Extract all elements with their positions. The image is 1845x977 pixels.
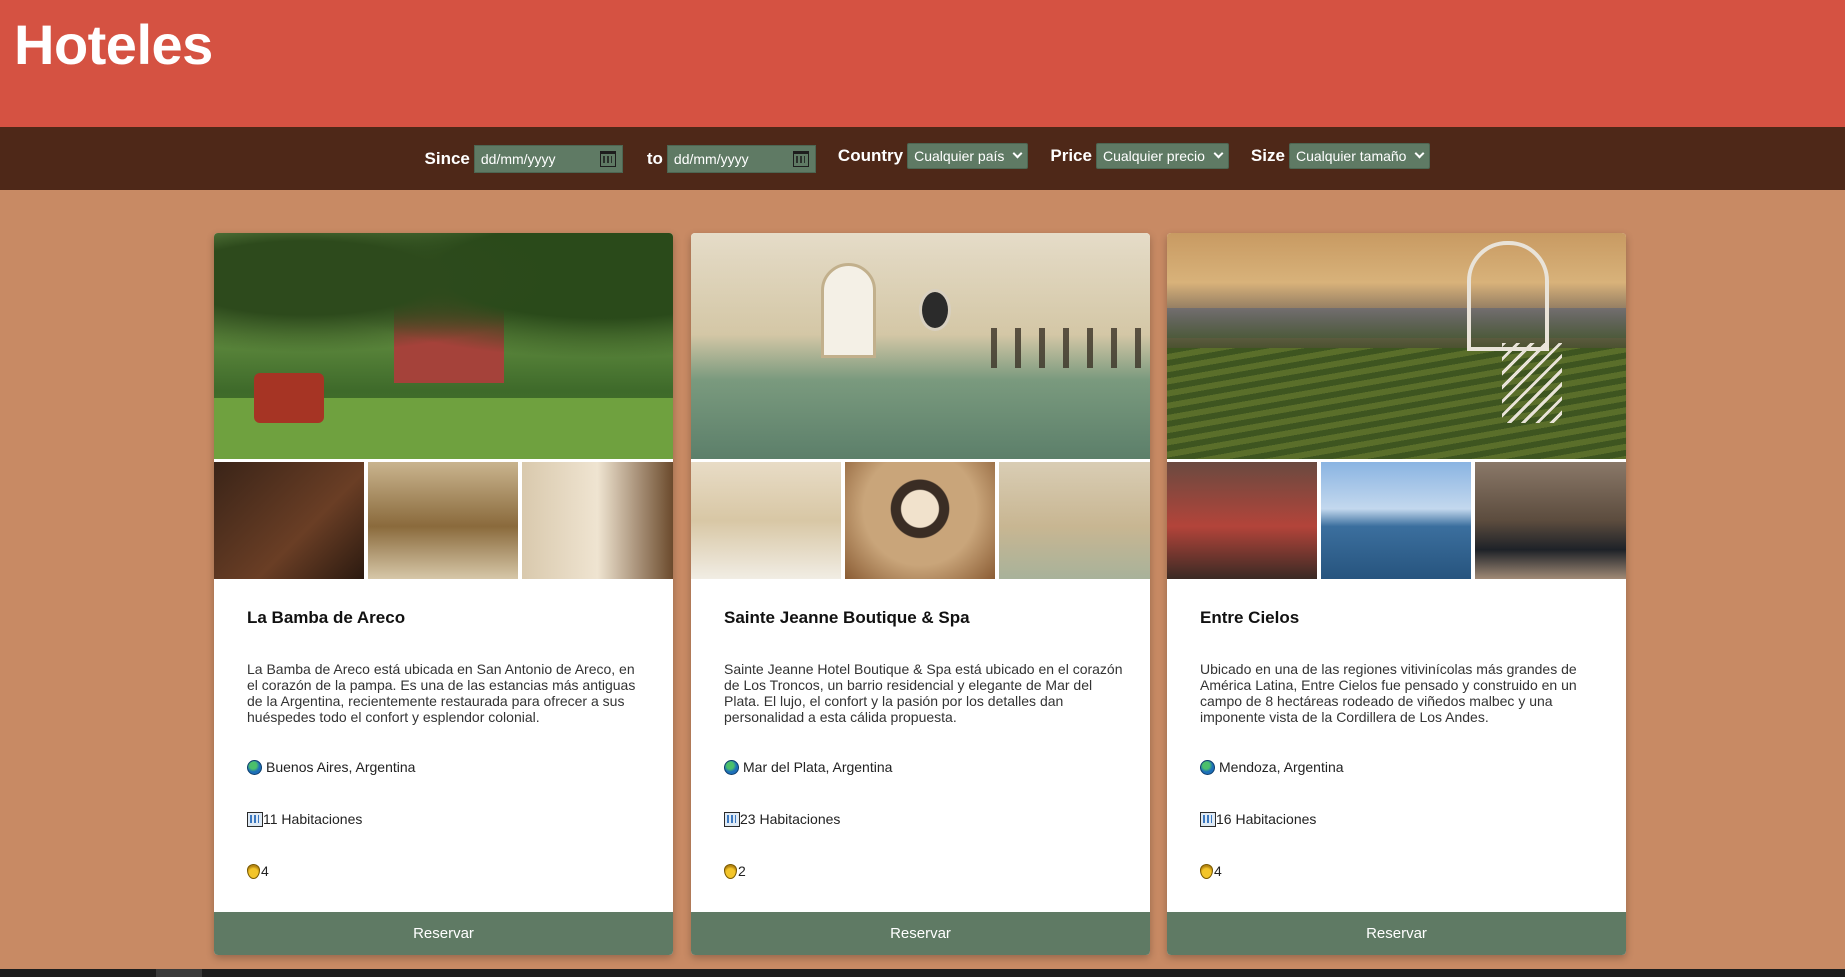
building-icon (724, 811, 740, 827)
price-select[interactable]: Cualquier precio (1095, 142, 1229, 169)
size-filter: Size Cualquier tamaño (1250, 142, 1431, 169)
country-select[interactable]: Cualquier país (907, 142, 1029, 169)
page-header: Hoteles (0, 0, 1845, 127)
hotel-photo-thumb (214, 462, 364, 579)
reserve-button[interactable]: Reservar (214, 912, 673, 955)
hotel-rooms: 23 Habitaciones (724, 811, 840, 827)
building-icon (1200, 811, 1216, 827)
calendar-icon[interactable] (599, 150, 616, 167)
hotel-price-level: 4 (247, 863, 269, 879)
hotel-photo-thumb (368, 462, 518, 579)
since-date-input[interactable]: dd/mm/yyyy (473, 144, 623, 173)
hotel-main-photo (1167, 233, 1626, 459)
price-filter: Price Cualquier precio (1050, 142, 1229, 169)
hotel-price-level-text: 4 (261, 863, 269, 879)
size-select-value: Cualquier tamaño (1295, 147, 1407, 164)
taskbar-item[interactable] (156, 969, 202, 977)
hotel-price-level-text: 4 (1214, 863, 1222, 879)
hotel-photo-thumb (1167, 462, 1317, 579)
filter-bar: Since dd/mm/yyyy to dd/mm/yyyy Country C… (0, 127, 1845, 190)
size-label: Size (1250, 145, 1285, 165)
hotel-rooms: 16 Habitaciones (1200, 811, 1316, 827)
price-label: Price (1050, 145, 1092, 165)
to-date-input[interactable]: dd/mm/yyyy (666, 144, 816, 173)
size-select[interactable]: Cualquier tamaño (1288, 142, 1431, 169)
hotel-rooms-text: 11 Habitaciones (263, 811, 363, 827)
hotel-card-la-bamba: La Bamba de Areco La Bamba de Areco está… (214, 233, 673, 955)
hotel-price-level-text: 2 (738, 863, 746, 879)
hotel-location-text: Mendoza, Argentina (1219, 759, 1344, 775)
hotel-photo-thumb (845, 462, 995, 579)
medal-icon (247, 863, 260, 879)
hotel-rooms: 11 Habitaciones (247, 811, 362, 827)
hotel-photo-thumb (522, 462, 673, 579)
medal-icon (1200, 863, 1213, 879)
hotel-location: Mendoza, Argentina (1200, 759, 1344, 775)
globe-icon (247, 759, 262, 775)
hotel-rooms-text: 23 Habitaciones (740, 811, 841, 827)
hotel-photo-thumb (1475, 462, 1626, 579)
chevron-down-icon (1213, 148, 1224, 159)
reserve-button[interactable]: Reservar (691, 912, 1150, 955)
page-title: Hoteles (14, 13, 213, 76)
hotel-location: Buenos Aires, Argentina (247, 759, 415, 775)
to-label: to (646, 148, 663, 168)
hotel-photo-thumb (691, 462, 841, 579)
country-label: Country (837, 145, 904, 165)
os-taskbar (0, 969, 1845, 977)
building-icon (247, 811, 263, 827)
price-select-value: Cualquier precio (1102, 147, 1205, 164)
hotel-card-entre-cielos: Entre Cielos Ubicado en una de las regio… (1167, 233, 1626, 955)
hotel-location-text: Mar del Plata, Argentina (743, 759, 893, 775)
reserve-button[interactable]: Reservar (1167, 912, 1626, 955)
medal-icon (724, 863, 737, 879)
hotel-main-photo (691, 233, 1150, 459)
since-date-placeholder: dd/mm/yyyy (480, 150, 556, 167)
to-filter: to dd/mm/yyyy (645, 144, 816, 173)
hotel-description: La Bamba de Areco está ubicada en San An… (247, 661, 636, 725)
globe-icon (1200, 759, 1215, 775)
globe-icon (724, 759, 739, 775)
hotel-price-level: 2 (724, 863, 746, 879)
chevron-down-icon (1415, 148, 1425, 159)
hotel-rooms-text: 16 Habitaciones (1216, 811, 1317, 827)
country-filter: Country Cualquier país (837, 142, 1029, 169)
hotel-name: Sainte Jeanne Boutique & Spa (724, 608, 970, 627)
hotel-location-text: Buenos Aires, Argentina (266, 759, 416, 775)
hotel-name: Entre Cielos (1200, 608, 1300, 627)
chevron-down-icon (1012, 148, 1023, 159)
since-filter: Since dd/mm/yyyy (424, 144, 623, 173)
hotel-description: Sainte Jeanne Hotel Boutique & Spa está … (724, 661, 1123, 725)
country-select-value: Cualquier país (914, 147, 1005, 164)
hotel-location: Mar del Plata, Argentina (724, 759, 892, 775)
hotel-photo-thumb (999, 462, 1150, 579)
hotel-description: Ubicado en una de las regiones vitiviníc… (1200, 661, 1577, 725)
to-date-placeholder: dd/mm/yyyy (673, 150, 749, 167)
calendar-icon[interactable] (792, 150, 809, 167)
hotel-price-level: 4 (1200, 863, 1222, 879)
hotel-photo-thumb (1321, 462, 1471, 579)
hotel-name: La Bamba de Areco (247, 608, 406, 627)
hotel-main-photo (214, 233, 673, 459)
hotel-card-sainte-jeanne: Sainte Jeanne Boutique & Spa Sainte Jean… (691, 233, 1150, 955)
since-label: Since (424, 148, 470, 168)
